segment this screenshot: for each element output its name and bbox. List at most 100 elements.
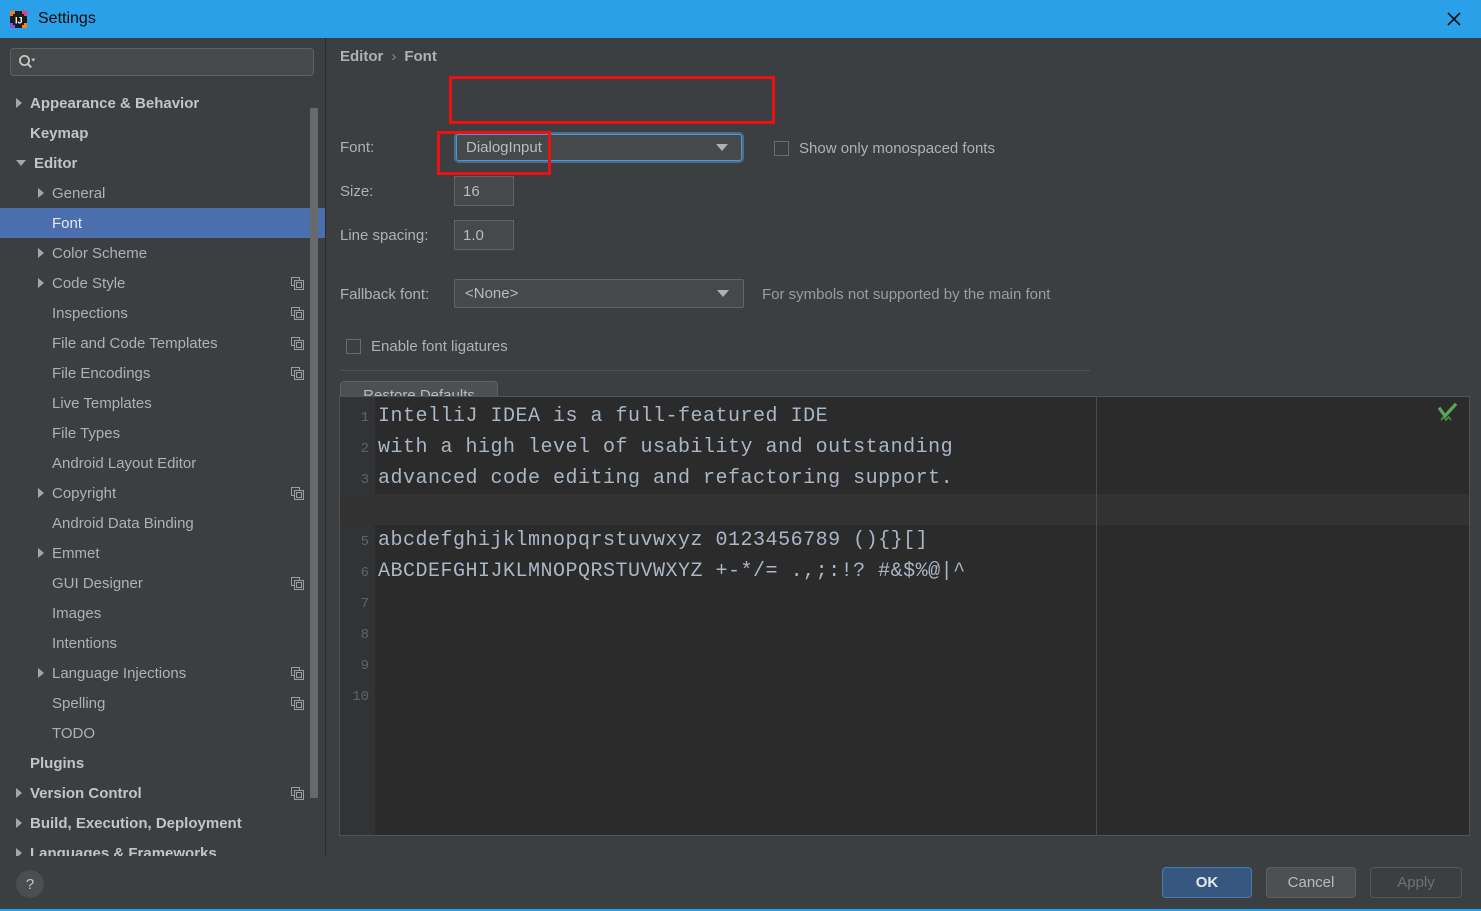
- sidebar-item-label: File Encodings: [52, 364, 151, 382]
- chevron-right-icon[interactable]: [16, 788, 22, 798]
- preview-code-line: IntelliJ IDEA is a full-featured IDE: [378, 405, 829, 428]
- project-settings-icon: [291, 697, 304, 710]
- chevron-right-icon[interactable]: [16, 98, 22, 108]
- search-input[interactable]: [42, 53, 296, 71]
- sidebar-item-appearance-behavior[interactable]: Appearance & Behavior: [0, 88, 326, 118]
- gutter-line-number: 1: [360, 410, 369, 426]
- intellij-idea-logo-icon: IJ: [10, 10, 27, 28]
- svg-text:IJ: IJ: [15, 15, 23, 25]
- sidebar-item-file-and-code-templates[interactable]: File and Code Templates: [0, 328, 326, 358]
- cancel-button[interactable]: Cancel: [1266, 867, 1356, 898]
- fallback-font-label: Fallback font:: [340, 286, 430, 303]
- sidebar-item-build-execution-deployment[interactable]: Build, Execution, Deployment: [0, 808, 326, 838]
- sidebar-item-images[interactable]: Images: [0, 598, 326, 628]
- project-settings-icon: [291, 577, 304, 590]
- sidebar-item-code-style[interactable]: Code Style: [0, 268, 326, 298]
- sidebar-item-label: Appearance & Behavior: [30, 94, 200, 112]
- line-spacing-input[interactable]: 1.0: [454, 220, 514, 250]
- sidebar-item-live-templates[interactable]: Live Templates: [0, 388, 326, 418]
- sidebar-item-general[interactable]: General: [0, 178, 326, 208]
- ok-button[interactable]: OK: [1162, 867, 1252, 898]
- sidebar-item-label: Font: [52, 214, 83, 232]
- sidebar-item-label: Intentions: [52, 634, 118, 652]
- show-monospaced-checkbox[interactable]: Show only monospaced fonts: [774, 140, 995, 157]
- chevron-right-icon[interactable]: [16, 848, 22, 856]
- breadcrumb-leaf: Font: [404, 48, 437, 65]
- window-title: Settings: [38, 10, 96, 27]
- gutter-line-number: 10: [352, 689, 369, 705]
- gutter-line-number: 2: [360, 441, 369, 457]
- sidebar-item-keymap[interactable]: Keymap: [0, 118, 326, 148]
- apply-button: Apply: [1370, 867, 1462, 898]
- sidebar-item-android-layout-editor[interactable]: Android Layout Editor: [0, 448, 326, 478]
- sidebar-item-editor[interactable]: Editor: [0, 148, 326, 178]
- sidebar-item-gui-designer[interactable]: GUI Designer: [0, 568, 326, 598]
- chevron-right-icon[interactable]: [38, 668, 44, 678]
- sidebar-item-label: Images: [52, 604, 102, 622]
- project-settings-icon: [291, 487, 304, 500]
- right-margin-guide: [1096, 397, 1097, 835]
- chevron-right-icon[interactable]: [38, 488, 44, 498]
- close-icon[interactable]: [1427, 0, 1481, 38]
- search-box[interactable]: [10, 48, 314, 76]
- fallback-font-combo[interactable]: <None>: [454, 279, 744, 308]
- sidebar-item-plugins[interactable]: Plugins: [0, 748, 326, 778]
- sidebar-item-label: Code Style: [52, 274, 126, 292]
- sidebar-item-android-data-binding[interactable]: Android Data Binding: [0, 508, 326, 538]
- sidebar-item-label: Android Data Binding: [52, 514, 194, 532]
- green-checkmark-icon[interactable]: [1437, 402, 1459, 425]
- sidebar-item-inspections[interactable]: Inspections: [0, 298, 326, 328]
- project-settings-icon: [291, 367, 304, 380]
- show-monospaced-label: Show only monospaced fonts: [799, 140, 995, 157]
- chevron-right-icon[interactable]: [16, 818, 22, 828]
- sidebar-item-label: General: [52, 184, 106, 202]
- sidebar-item-spelling[interactable]: Spelling: [0, 688, 326, 718]
- section-divider: [340, 370, 1090, 371]
- sidebar-item-font[interactable]: Font: [0, 208, 326, 238]
- sidebar-item-label: TODO: [52, 724, 96, 742]
- chevron-right-icon[interactable]: [38, 278, 44, 288]
- sidebar-item-language-injections[interactable]: Language Injections: [0, 658, 326, 688]
- settings-sidebar: Appearance & Behavior Keymap Editor General…: [0, 38, 326, 856]
- editor-gutter: 12345678910: [340, 397, 375, 835]
- sidebar-item-copyright[interactable]: Copyright: [0, 478, 326, 508]
- fallback-font-value: <None>: [465, 285, 519, 302]
- breadcrumb-root[interactable]: Editor: [340, 48, 383, 65]
- editor-code-area[interactable]: IntelliJ IDEA is a full-featured IDE with…: [376, 397, 1469, 835]
- chevron-right-icon[interactable]: [38, 248, 44, 258]
- sidebar-scrollbar-thumb[interactable]: [310, 108, 318, 798]
- sidebar-item-label: Inspections: [52, 304, 128, 322]
- sidebar-scrollbar-track[interactable]: [310, 90, 322, 834]
- sidebar-item-intentions[interactable]: Intentions: [0, 628, 326, 658]
- sidebar-item-todo[interactable]: TODO: [0, 718, 326, 748]
- sidebar-item-label: GUI Designer: [52, 574, 143, 592]
- sidebar-item-label: Live Templates: [52, 394, 152, 412]
- sidebar-item-color-scheme[interactable]: Color Scheme: [0, 238, 326, 268]
- sidebar-item-languages-frameworks[interactable]: Languages & Frameworks: [0, 838, 326, 856]
- project-settings-icon: [291, 277, 304, 290]
- gutter-line-number: 6: [360, 565, 369, 581]
- size-input[interactable]: 16: [454, 176, 514, 206]
- font-preview-editor[interactable]: 12345678910 IntelliJ IDEA is a full-feat…: [339, 396, 1470, 836]
- sidebar-item-label: Plugins: [30, 754, 85, 772]
- font-combo[interactable]: DialogInput: [454, 132, 744, 163]
- chevron-right-icon[interactable]: [38, 188, 44, 198]
- gutter-line-number: 7: [360, 596, 369, 612]
- fallback-font-hint: For symbols not supported by the main fo…: [762, 286, 1051, 303]
- chevron-down-icon[interactable]: [16, 160, 26, 166]
- preview-code-line: ABCDEFGHIJKLMNOPQRSTUVWXYZ +-*/= .,;:!? …: [378, 560, 966, 583]
- sidebar-item-version-control[interactable]: Version Control: [0, 778, 326, 808]
- sidebar-item-file-encodings[interactable]: File Encodings: [0, 358, 326, 388]
- help-button[interactable]: ?: [16, 870, 44, 898]
- sidebar-item-emmet[interactable]: Emmet: [0, 538, 326, 568]
- sidebar-item-label: Version Control: [30, 784, 142, 802]
- size-value: 16: [463, 182, 480, 200]
- gutter-line-number: 5: [360, 534, 369, 550]
- sidebar-item-file-types[interactable]: File Types: [0, 418, 326, 448]
- project-settings-icon: [291, 337, 304, 350]
- enable-ligatures-checkbox[interactable]: Enable font ligatures: [346, 338, 508, 355]
- dialog-footer: ? OK Cancel Apply: [0, 856, 1481, 911]
- chevron-right-icon[interactable]: [38, 548, 44, 558]
- gutter-line-number: 8: [360, 627, 369, 643]
- project-settings-icon: [291, 787, 304, 800]
